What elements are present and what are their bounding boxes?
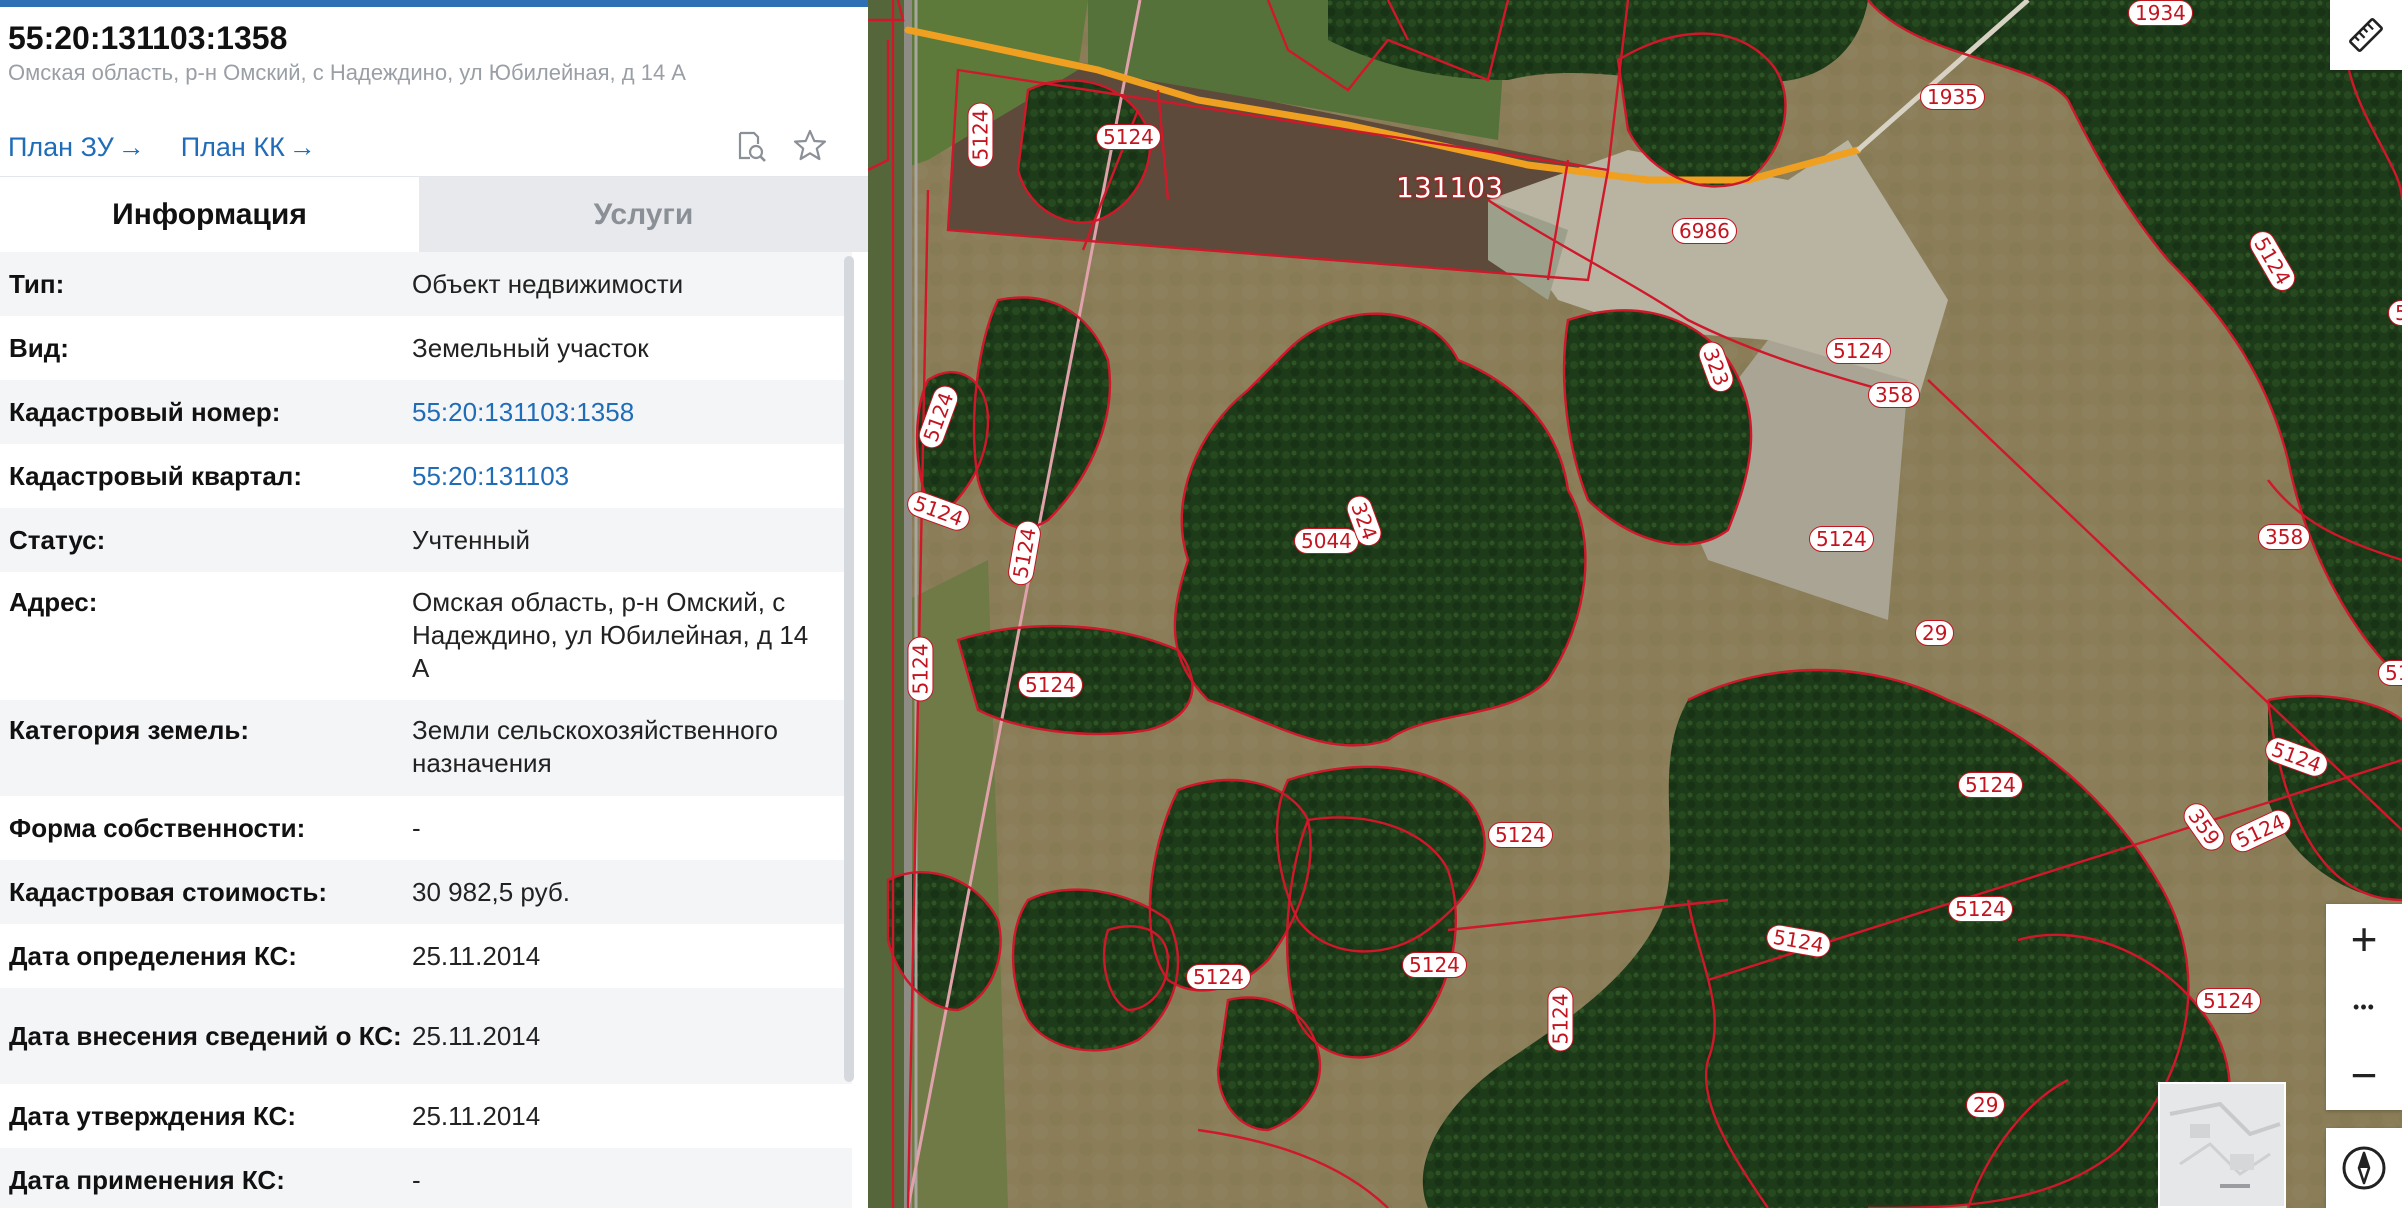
parcel-label[interactable]: 5124 xyxy=(1488,822,1553,848)
plan-zu-link[interactable]: План ЗУ → xyxy=(8,132,145,168)
plan-links: План ЗУ → План КК → xyxy=(8,132,316,168)
info-key: Кадастровая стоимость: xyxy=(9,876,328,907)
info-key: Категория земель: xyxy=(9,715,250,745)
parcel-label[interactable]: 5124 xyxy=(1186,964,1251,990)
info-row-date-entered: Дата внесения сведений о КС: 25.11.2014 xyxy=(0,988,852,1084)
info-value: - xyxy=(412,1164,421,1195)
info-row-address: Адрес: Омская область, р-н Омский, с Над… xyxy=(0,572,852,700)
page-title: 55:20:131103:1358 xyxy=(8,20,288,56)
zoom-in-button[interactable]: + xyxy=(2326,904,2402,974)
parcel-label[interactable]: 29 xyxy=(1966,1092,2006,1118)
parcel-label[interactable]: 5124 xyxy=(1809,526,1874,552)
info-key: Дата утверждения КС: xyxy=(9,1100,296,1131)
panel-scrollbar[interactable] xyxy=(844,256,854,1082)
plan-kk-link[interactable]: План КК → xyxy=(181,132,316,168)
satellite-map[interactable]: 131103 1934 1935 5124 5124 6986 5124 323… xyxy=(868,0,2402,1208)
parcel-label[interactable]: 5124 xyxy=(1402,952,1467,978)
parcel-label[interactable]: 6986 xyxy=(1672,218,1737,244)
compass-icon xyxy=(2342,1146,2386,1190)
address-subtitle: Омская область, р-н Омский, с Надеждино,… xyxy=(8,60,686,85)
info-value: 25.11.2014 xyxy=(412,1100,541,1131)
info-key: Дата применения КС: xyxy=(9,1164,285,1195)
parcel-label[interactable]: 5124 xyxy=(1547,986,1574,1052)
info-value: Земли сельскохозяйственного назначения xyxy=(412,715,778,778)
panel-tool-icons xyxy=(732,128,828,164)
info-table: Тип: Объект недвижимости Вид: Земельный … xyxy=(0,252,852,1208)
parcel-label[interactable]: 5124 xyxy=(2196,988,2261,1014)
parcel-label[interactable]: 5124 xyxy=(967,102,994,168)
info-key: Вид: xyxy=(9,332,69,363)
info-value: - xyxy=(412,812,421,843)
info-row-date-applied: Дата применения КС: - xyxy=(0,1148,852,1208)
parcel-label[interactable]: 358 xyxy=(2258,524,2311,550)
panel-top-accent-bar xyxy=(0,0,868,7)
parcel-label[interactable]: 5124 xyxy=(1826,338,1891,364)
info-panel: 55:20:131103:1358 Омская область, р-н Ом… xyxy=(0,0,868,1208)
arrow-right-icon: → xyxy=(117,132,145,162)
search-document-icon[interactable] xyxy=(732,128,768,164)
parcel-label[interactable]: 5124 xyxy=(1018,672,1083,698)
info-row-kind: Вид: Земельный участок xyxy=(0,316,852,380)
parcel-label[interactable]: 5124 xyxy=(1096,124,1161,150)
parcel-label[interactable]: 5124 xyxy=(1958,772,2023,798)
info-value: Земельный участок xyxy=(412,332,649,363)
parcel-label[interactable]: 5124 xyxy=(1948,896,2013,922)
minimap-thumbnail[interactable] xyxy=(2158,1082,2286,1208)
info-row-type: Тип: Объект недвижимости xyxy=(0,252,852,316)
info-key: Дата внесения сведений о КС: xyxy=(9,1020,402,1051)
minimap-image xyxy=(2160,1084,2284,1206)
info-value: 30 982,5 руб. xyxy=(412,876,571,907)
arrow-right-icon: → xyxy=(288,132,316,162)
info-key: Кадастровый номер: xyxy=(9,396,281,427)
parcel-label[interactable]: 5124 xyxy=(907,636,934,702)
info-row-ownership: Форма собственности: - xyxy=(0,796,852,860)
compass-button[interactable] xyxy=(2326,1128,2402,1208)
info-row-cadastral-quarter: Кадастровый квартал: 55:20:131103 xyxy=(0,444,852,508)
map-imagery xyxy=(868,0,2402,1208)
parcel-label[interactable]: 29 xyxy=(1915,620,1955,646)
info-value: Объект недвижимости xyxy=(412,268,684,299)
panel-tabs: Информация Услуги xyxy=(0,176,868,252)
info-row-land-category: Категория земель: Земли сельскохозяйстве… xyxy=(0,700,852,796)
info-row-status: Статус: Учтенный xyxy=(0,508,852,572)
info-key: Статус: xyxy=(9,524,106,555)
zoom-out-button[interactable]: − xyxy=(2326,1040,2402,1110)
ruler-icon xyxy=(2349,18,2383,52)
parcel-label[interactable]: 358 xyxy=(1868,382,1921,408)
info-row-date-determined: Дата определения КС: 25.11.2014 xyxy=(0,924,852,988)
info-row-cadastral-value: Кадастровая стоимость: 30 982,5 руб. xyxy=(0,860,852,924)
info-value: Учтенный xyxy=(412,524,531,555)
info-value: 25.11.2014 xyxy=(412,1020,541,1051)
tab-services[interactable]: Услуги xyxy=(419,177,868,252)
info-row-date-approved: Дата утверждения КС: 25.11.2014 xyxy=(0,1084,852,1148)
info-value: Омская область, р-н Омский, с Надеждино,… xyxy=(412,587,809,683)
zoom-controls: + ••• − xyxy=(2326,904,2402,1110)
info-key: Форма собственности: xyxy=(9,812,306,843)
info-value: 25.11.2014 xyxy=(412,940,541,971)
quarter-label[interactable]: 131103 xyxy=(1390,174,1509,202)
more-options-button[interactable]: ••• xyxy=(2326,974,2402,1040)
cadastral-quarter-link[interactable]: 55:20:131103 xyxy=(412,460,832,493)
star-icon[interactable] xyxy=(792,128,828,164)
info-key: Адрес: xyxy=(9,587,98,617)
ruler-button[interactable] xyxy=(2330,0,2402,70)
info-key: Кадастровый квартал: xyxy=(9,460,302,491)
tab-information[interactable]: Информация xyxy=(0,177,419,252)
plan-zu-label: План ЗУ xyxy=(8,132,114,162)
plan-kk-label: План КК xyxy=(180,132,285,162)
parcel-label[interactable]: 5124 xyxy=(2378,660,2402,686)
info-key: Дата определения КС: xyxy=(9,940,297,971)
parcel-label[interactable]: 5044 xyxy=(1294,528,1359,554)
info-row-cadastral-number: Кадастровый номер: 55:20:131103:1358 xyxy=(0,380,852,444)
parcel-label[interactable]: 1934 xyxy=(2128,0,2193,26)
parcel-label[interactable]: 1935 xyxy=(1920,84,1985,110)
cadastral-number-link[interactable]: 55:20:131103:1358 xyxy=(412,396,832,429)
info-key: Тип: xyxy=(9,268,65,299)
